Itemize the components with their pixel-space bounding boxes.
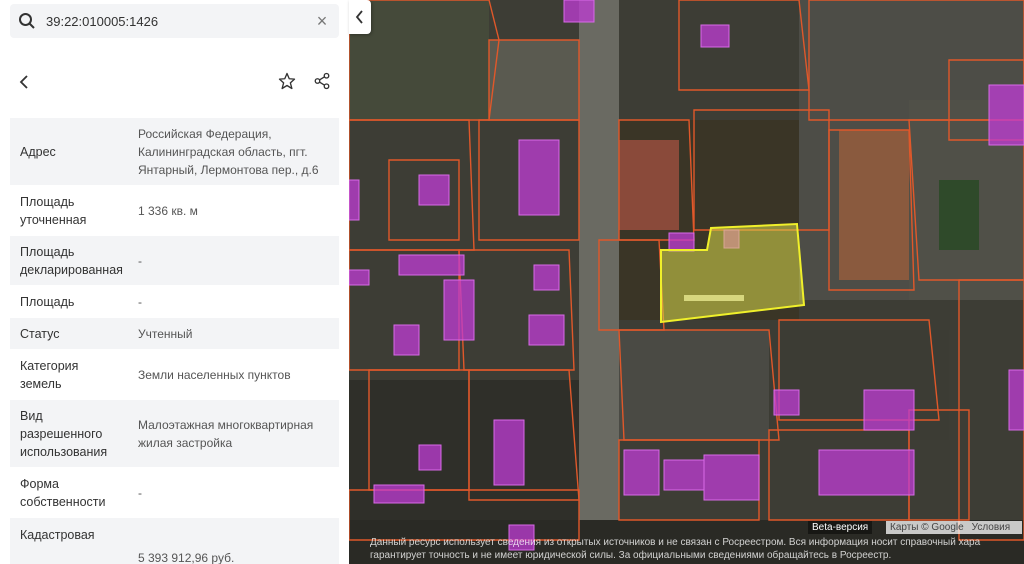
row-label: Форма собственности bbox=[20, 476, 106, 509]
row-label: Площадь декларированная bbox=[20, 244, 123, 277]
details-toolbar bbox=[10, 64, 339, 100]
row-value: Российская Федерация, Калининградская об… bbox=[138, 126, 319, 177]
disclaimer-line: гарантирует точность и не имеет юридичес… bbox=[370, 550, 892, 561]
map-disclaimer: Данный ресурс использует сведения из отк… bbox=[370, 536, 1024, 562]
share-button[interactable] bbox=[307, 66, 337, 96]
row-value: Учтенный bbox=[138, 326, 193, 341]
beta-badge: Beta-версия bbox=[808, 521, 873, 534]
table-row: Площадь - bbox=[10, 286, 339, 318]
row-value: 1 336 кв. м bbox=[138, 203, 198, 218]
chevron-left-icon bbox=[355, 10, 363, 24]
parcel-details-table: Адрес Российская Федерация, Калининградс… bbox=[10, 118, 339, 564]
share-icon bbox=[314, 72, 330, 90]
row-value: - bbox=[138, 253, 142, 268]
row-label: Вид разрешенного использования bbox=[20, 408, 108, 459]
row-label: Категория земель bbox=[20, 358, 79, 391]
search-icon bbox=[19, 13, 35, 29]
back-button[interactable] bbox=[10, 64, 40, 100]
table-row: Статус Учтенный bbox=[10, 318, 339, 350]
row-value: Малоэтажная многоквартирная жилая застро… bbox=[138, 417, 314, 450]
table-row: Адрес Российская Федерация, Калининградс… bbox=[10, 118, 339, 186]
map-attribution: Карты © Google Условия bbox=[886, 521, 1023, 534]
table-row: Кадастровая 5 393 912,96 руб. bbox=[10, 518, 339, 564]
parcel-building-shape bbox=[684, 295, 744, 301]
table-row: Форма собственности - bbox=[10, 468, 339, 518]
row-label: Адрес bbox=[20, 144, 56, 159]
row-label: Статус bbox=[20, 326, 60, 341]
table-row: Категория земель Земли населенных пункто… bbox=[10, 350, 339, 400]
attribution-data[interactable]: Карты © Google bbox=[890, 522, 964, 533]
row-value: Земли населенных пунктов bbox=[138, 367, 291, 382]
disclaimer-line: Данный ресурс использует сведения из отк… bbox=[370, 537, 981, 548]
collapse-panel-button[interactable] bbox=[349, 0, 371, 34]
table-row: Площадь уточненная 1 336 кв. м bbox=[10, 186, 339, 236]
favorite-button[interactable] bbox=[272, 66, 302, 96]
attribution-terms-link[interactable]: Условия bbox=[972, 522, 1011, 533]
row-label: Кадастровая bbox=[20, 528, 95, 542]
star-icon bbox=[278, 72, 296, 90]
table-row: Площадь декларированная - bbox=[10, 236, 339, 286]
row-label: Площадь bbox=[20, 294, 75, 309]
satellite-map-layer bbox=[349, 0, 1024, 564]
row-label: Площадь уточненная bbox=[20, 194, 87, 227]
table-row: Вид разрешенного использования Малоэтажн… bbox=[10, 400, 339, 468]
search-bar[interactable]: 39:22:010005:1426 × bbox=[10, 4, 339, 38]
details-panel: 39:22:010005:1426 × Адрес Российская Фед… bbox=[0, 0, 349, 564]
close-icon[interactable]: × bbox=[315, 12, 329, 30]
row-value: 5 393 912,96 руб. bbox=[138, 551, 235, 564]
row-value: - bbox=[138, 485, 142, 500]
search-input[interactable]: 39:22:010005:1426 bbox=[46, 14, 315, 29]
cadastral-map[interactable]: Beta-версия Карты © Google Условия bbox=[349, 0, 1024, 564]
chevron-left-icon bbox=[19, 75, 28, 89]
row-value: - bbox=[138, 294, 142, 309]
